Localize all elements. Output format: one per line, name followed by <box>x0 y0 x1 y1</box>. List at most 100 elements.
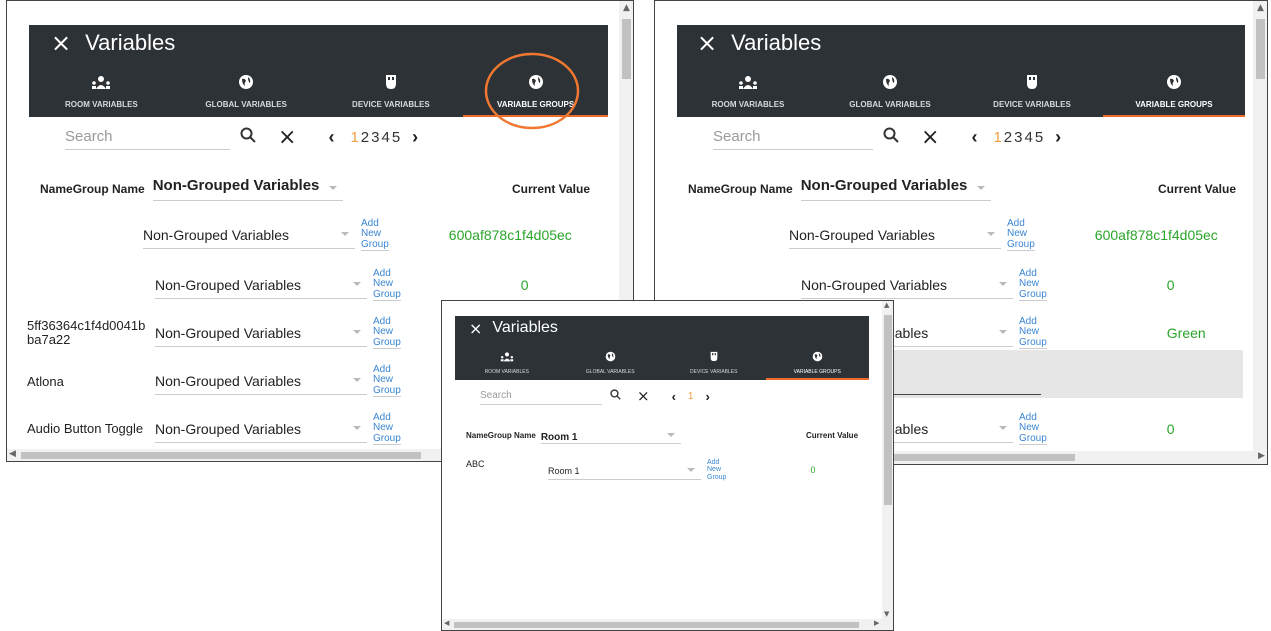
close-icon[interactable]: × <box>51 29 71 57</box>
clear-search-icon[interactable]: × <box>637 387 650 405</box>
search-icon[interactable] <box>610 387 621 405</box>
group-select[interactable]: Non-Grouped Variables <box>155 271 367 299</box>
current-value: 0 <box>1166 277 1175 293</box>
group-select[interactable]: Non-Grouped Variables <box>155 367 367 395</box>
tab-global-variables[interactable]: GLOBAL VARIABLES <box>819 61 961 117</box>
vertical-scrollbar[interactable]: ▲ <box>1253 1 1267 451</box>
tab-label: ROOM VARIABLES <box>484 369 529 375</box>
variable-name: 5ff36364c1f4d0041bba7a22 <box>27 318 146 347</box>
page-1[interactable]: 1 <box>350 129 358 146</box>
group-select[interactable]: riables <box>887 415 1013 443</box>
people-room-icon <box>91 74 111 90</box>
group-select[interactable]: riables <box>887 319 1013 347</box>
people-room-icon <box>500 351 514 362</box>
page-4[interactable]: 4 <box>381 129 389 146</box>
table-row: riables Add New Group Green <box>887 313 1267 353</box>
tab-global-variables[interactable]: GLOBAL VARIABLES <box>174 61 319 117</box>
tab-variable-groups[interactable]: VARIABLE GROUPS <box>765 340 870 380</box>
search-input[interactable] <box>713 124 873 150</box>
table-row: ABC Room 1 Add New Group 0 <box>466 455 866 485</box>
prev-page-icon[interactable]: ‹ <box>672 389 676 404</box>
group-select[interactable]: Non-Grouped Variables <box>155 415 367 443</box>
globe-icon <box>882 74 898 90</box>
variables-window-front: × Variables ROOM VARIABLES GLOBAL VARIAB… <box>441 300 894 631</box>
next-page-icon[interactable]: › <box>412 127 418 148</box>
next-page-icon[interactable]: › <box>1055 127 1061 148</box>
tab-room-variables[interactable]: ROOM VARIABLES <box>29 61 174 117</box>
toolbar: × ‹ 1 2 3 4 5 › <box>713 123 1061 151</box>
group-select[interactable]: Non-Grouped Variables <box>155 319 367 347</box>
page-5[interactable]: 5 <box>1035 129 1043 146</box>
prev-page-icon[interactable]: ‹ <box>328 127 334 148</box>
page-3[interactable]: 3 <box>371 129 379 146</box>
variable-name: Atlona <box>27 373 64 389</box>
page-5[interactable]: 5 <box>392 129 400 146</box>
tab-device-variables[interactable]: DEVICE VARIABLES <box>319 61 464 117</box>
name-header: Name <box>688 182 721 196</box>
toolbar: × ‹ 1 2 3 4 5 › <box>65 123 418 151</box>
group-filter-select[interactable]: Non-Grouped Variables <box>152 177 343 201</box>
search-input[interactable] <box>65 124 230 150</box>
tab-room-variables[interactable]: ROOM VARIABLES <box>677 61 819 117</box>
group-filter-select[interactable]: Room 1 <box>540 427 681 444</box>
table-header: Name Group Name Non-Grouped Variables Cu… <box>688 177 1258 201</box>
variable-name: ABC <box>466 459 485 469</box>
group-select[interactable]: Non-Grouped Variables <box>143 221 355 249</box>
search-icon[interactable] <box>240 127 256 148</box>
page-3[interactable]: 3 <box>1014 129 1022 146</box>
table-row: Non-Grouped Variables Add New Group 600af8… <box>143 215 633 255</box>
tab-device-variables[interactable]: DEVICE VARIABLES <box>961 61 1103 117</box>
horizontal-scrollbar[interactable]: ◀ ▶ <box>442 619 893 630</box>
tab-room-variables[interactable]: ROOM VARIABLES <box>455 340 559 380</box>
add-new-group-link[interactable]: Add New Group <box>707 459 726 481</box>
prev-page-icon[interactable]: ‹ <box>971 127 977 148</box>
vertical-scrollbar[interactable]: ▲ ▼ <box>882 301 893 619</box>
page-2[interactable]: 2 <box>361 129 369 146</box>
current-value: 0 <box>1166 421 1175 437</box>
pagination: ‹ 1 2 3 4 5 › <box>328 127 418 148</box>
tab-label: ROOM VARIABLES <box>711 100 785 109</box>
add-new-group-link[interactable]: Add New Group <box>373 316 401 350</box>
close-icon[interactable]: × <box>697 29 717 57</box>
add-new-group-link[interactable]: Add New Group <box>1019 316 1047 350</box>
add-new-group-link[interactable]: Add New Group <box>1019 412 1047 446</box>
add-new-group-link[interactable]: Add New Group <box>373 364 401 398</box>
search-input[interactable] <box>480 387 602 405</box>
group-select[interactable]: Room 1 <box>548 460 701 480</box>
globe-icon <box>238 74 254 90</box>
table-row: riables Add New Group 0 <box>887 409 1267 449</box>
table-header: Name Group Name Non-Grouped Variables Cu… <box>40 177 620 201</box>
window-title: Variables <box>85 30 176 55</box>
group-select[interactable]: Non-Grouped Variables <box>789 221 1001 249</box>
tab-device-variables[interactable]: DEVICE VARIABLES <box>662 340 766 380</box>
close-icon[interactable]: × <box>469 319 482 338</box>
group-select[interactable]: Non-Grouped Variables <box>801 271 1013 299</box>
add-new-group-link[interactable]: Add New Group <box>1019 268 1047 302</box>
add-new-group-link[interactable]: Add New Group <box>373 412 401 446</box>
window-title: Variables <box>492 319 558 336</box>
window-title: Variables <box>731 30 822 55</box>
group-header: Group Name <box>487 430 536 440</box>
tab-label: DEVICE VARIABLES <box>993 100 1071 109</box>
toolbar: × ‹ 1 › <box>480 386 710 406</box>
next-page-icon[interactable]: › <box>705 389 709 404</box>
current-value: Green <box>1166 325 1206 341</box>
add-new-group-link[interactable]: Add New Group <box>361 218 389 252</box>
page-1[interactable]: 1 <box>688 391 694 402</box>
search-icon[interactable] <box>883 127 899 148</box>
clear-search-icon[interactable]: × <box>921 125 939 150</box>
device-icon <box>385 74 397 90</box>
add-new-group-link[interactable]: Add New Group <box>1007 218 1035 252</box>
clear-search-icon[interactable]: × <box>278 125 296 150</box>
add-new-group-link[interactable]: Add New Group <box>373 268 401 302</box>
page-2[interactable]: 2 <box>1004 129 1012 146</box>
table-row: Non-Grouped Variables Add New Group 0 <box>801 265 1261 305</box>
page-4[interactable]: 4 <box>1024 129 1032 146</box>
tab-label: VARIABLE GROUPS <box>793 369 841 375</box>
name-header: Name <box>40 182 73 196</box>
group-filter-select[interactable]: Non-Grouped Variables <box>800 177 991 201</box>
page-1[interactable]: 1 <box>993 129 1001 146</box>
tab-variable-groups[interactable]: VARIABLE GROUPS <box>1103 61 1245 117</box>
tab-global-variables[interactable]: GLOBAL VARIABLES <box>559 340 663 380</box>
globe-icon <box>812 351 823 362</box>
